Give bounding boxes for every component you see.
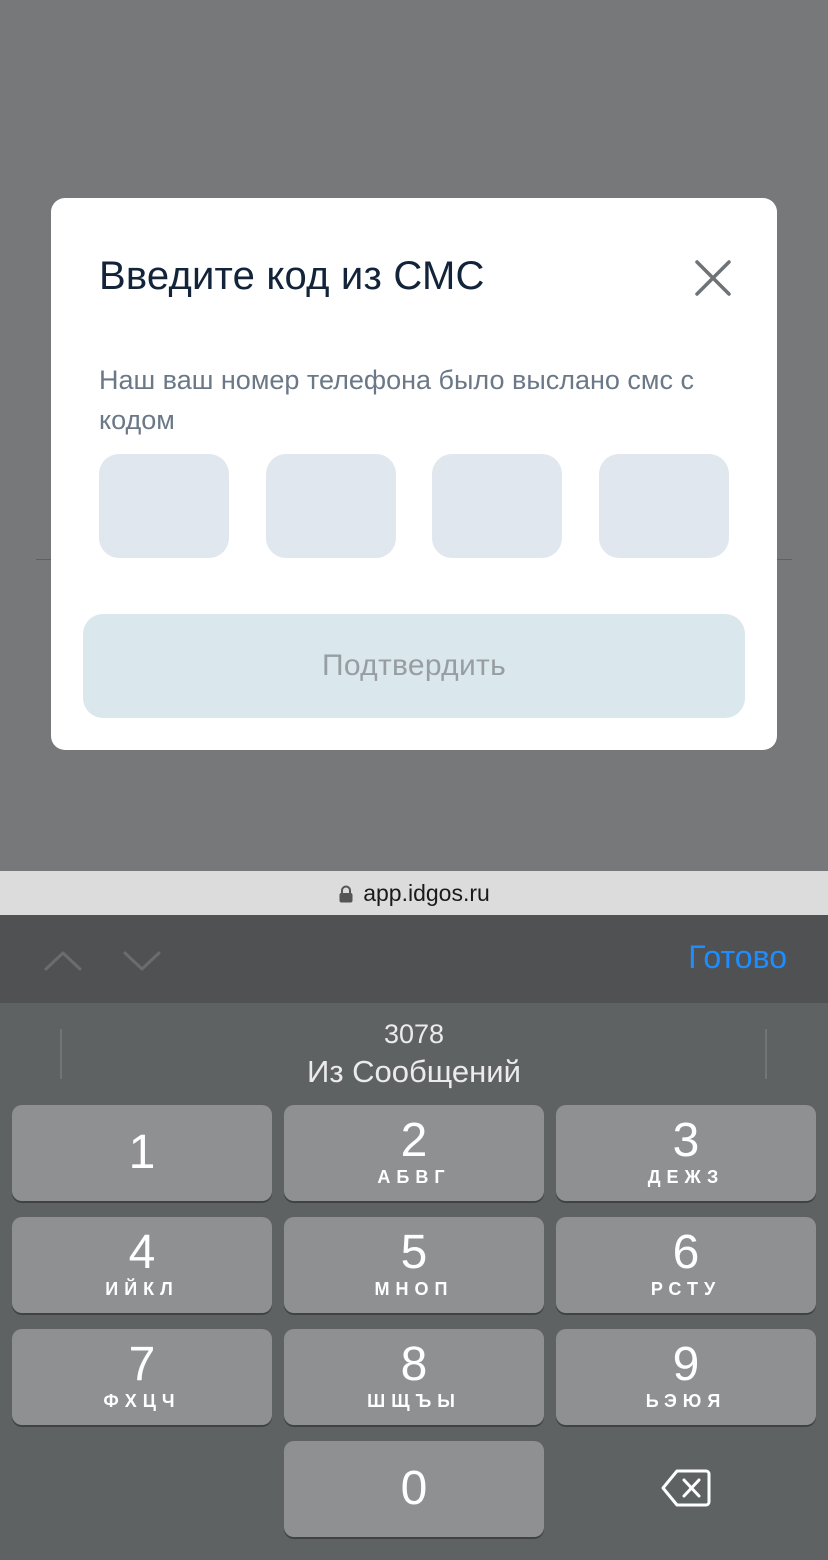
key-0[interactable]: 0 (284, 1441, 544, 1537)
confirm-button[interactable]: Подтвердить (83, 614, 745, 718)
backspace-icon (661, 1469, 711, 1507)
key-9[interactable]: 9 ЬЭЮЯ (556, 1329, 816, 1425)
key-digit: 9 (672, 1338, 700, 1391)
dialog-description: Наш ваш номер телефона было выслано смс … (99, 365, 694, 435)
key-letters: АБВГ (377, 1167, 451, 1187)
url-text: app.idgos.ru (363, 879, 490, 906)
key-3[interactable]: 3 ДЕЖЗ (556, 1105, 816, 1201)
key-letters: ФХЦЧ (103, 1391, 181, 1411)
code-digit-input-2[interactable] (266, 454, 396, 558)
lock-icon (339, 885, 353, 903)
delete-key[interactable] (556, 1440, 816, 1536)
done-button[interactable]: Готово (688, 939, 787, 976)
key-2[interactable]: 2 АБВГ (284, 1105, 544, 1201)
key-letters: РСТУ (650, 1279, 722, 1299)
browser-url-bar[interactable]: app.idgos.ru (0, 871, 828, 915)
key-7[interactable]: 7 ФХЦЧ (12, 1329, 272, 1425)
key-digit: 7 (128, 1338, 156, 1391)
dialog-title: Введите код из СМС (99, 254, 485, 298)
numeric-keyboard: 3078 Из Сообщений 1 2 АБВГ 3 ДЕЖЗ 4 ИЙКЛ… (0, 1003, 828, 1560)
screen: Введите код из СМС Наш ваш номер телефон… (0, 0, 828, 1560)
keyboard-accessory-bar: Готово (0, 915, 828, 1003)
next-field-button[interactable] (122, 941, 162, 981)
key-letters: ЬЭЮЯ (645, 1391, 727, 1411)
key-letters: МНОП (374, 1279, 454, 1299)
previous-field-button[interactable] (43, 941, 83, 981)
sms-code-dialog: Введите код из СМС Наш ваш номер телефон… (51, 198, 777, 750)
key-digit: 5 (400, 1226, 428, 1279)
close-button[interactable] (691, 256, 735, 300)
suggestion-code: 3078 (383, 1019, 445, 1049)
key-letters: ДЕЖЗ (647, 1167, 725, 1187)
key-digit: 1 (128, 1126, 156, 1179)
code-digit-input-1[interactable] (99, 454, 229, 558)
key-8[interactable]: 8 ШЩЪЫ (284, 1329, 544, 1425)
chevron-down-icon (123, 951, 161, 971)
key-1[interactable]: 1 (12, 1105, 272, 1201)
code-digit-input-4[interactable] (599, 454, 729, 558)
key-digit: 4 (128, 1226, 156, 1279)
key-letters: ИЙКЛ (105, 1279, 179, 1299)
chevron-up-icon (44, 951, 82, 971)
key-digit: 6 (672, 1226, 700, 1279)
close-icon (695, 260, 731, 296)
sms-code-suggestion[interactable]: 3078 Из Сообщений (62, 1003, 766, 1103)
key-letters: ШЩЪЫ (367, 1391, 461, 1411)
code-digit-input-3[interactable] (432, 454, 562, 558)
key-digit: 0 (400, 1462, 428, 1515)
key-5[interactable]: 5 МНОП (284, 1217, 544, 1313)
suggestion-source: Из Сообщений (307, 1054, 521, 1089)
key-digit: 2 (400, 1114, 428, 1167)
key-digit: 8 (400, 1338, 428, 1391)
key-4[interactable]: 4 ИЙКЛ (12, 1217, 272, 1313)
code-input-group (99, 454, 729, 558)
key-digit: 3 (672, 1114, 700, 1167)
key-6[interactable]: 6 РСТУ (556, 1217, 816, 1313)
